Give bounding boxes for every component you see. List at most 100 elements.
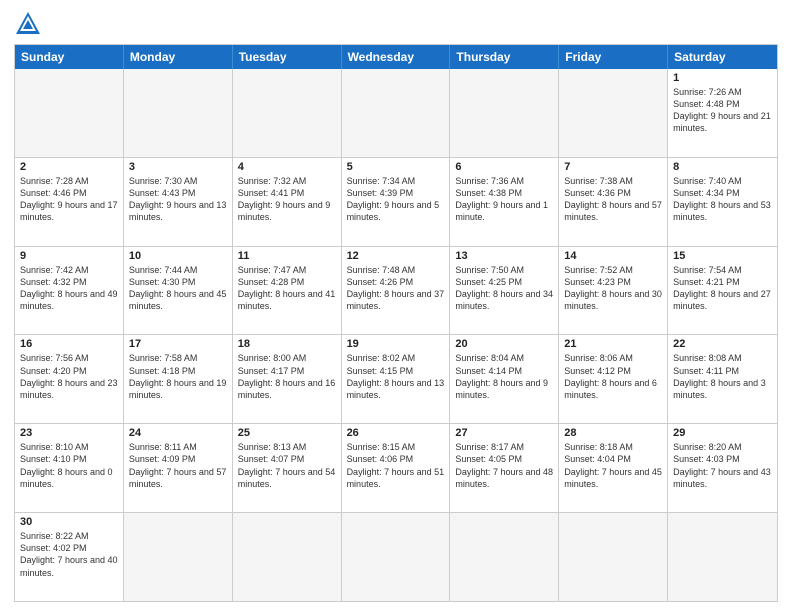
cal-cell-empty — [559, 69, 668, 157]
day-info: Sunrise: 8:10 AM Sunset: 4:10 PM Dayligh… — [20, 441, 118, 490]
col-header-friday: Friday — [559, 45, 668, 69]
day-num: 3 — [129, 161, 227, 173]
day-num: 19 — [347, 338, 445, 350]
day-info: Sunrise: 8:13 AM Sunset: 4:07 PM Dayligh… — [238, 441, 336, 490]
cal-cell-empty — [450, 69, 559, 157]
col-header-wednesday: Wednesday — [342, 45, 451, 69]
cal-cell-14: 14Sunrise: 7:52 AM Sunset: 4:23 PM Dayli… — [559, 247, 668, 335]
cal-cell-24: 24 Sunrise: 8:11 AM Sunset: 4:09 PM Dayli… — [124, 424, 233, 512]
col-header-saturday: Saturday — [668, 45, 777, 69]
day-num: 14 — [564, 250, 662, 262]
col-header-monday: Monday — [124, 45, 233, 69]
day-num: 23 — [20, 427, 118, 439]
day-info: Sunrise: 8:02 AM Sunset: 4:15 PM Dayligh… — [347, 352, 445, 401]
cal-cell-21: 21Sunrise: 8:06 AM Sunset: 4:12 PM Dayli… — [559, 335, 668, 423]
day-num: 12 — [347, 250, 445, 262]
day-num: 10 — [129, 250, 227, 262]
cal-cell-17: 17 Sunrise: 7:58 AM Sunset: 4:18 PM Dayli… — [124, 335, 233, 423]
day-info: Sunrise: 7:26 AM Sunset: 4:48 PM Dayligh… — [673, 86, 772, 135]
cal-cell-1: 1 Sunrise: 7:26 AM Sunset: 4:48 PM Daylig… — [668, 69, 777, 157]
cal-cell-8: 8 Sunrise: 7:40 AM Sunset: 4:34 PM Daylig… — [668, 158, 777, 246]
day-info: Sunrise: 8:11 AM Sunset: 4:09 PM Dayligh… — [129, 441, 227, 490]
day-num: 11 — [238, 250, 336, 262]
day-info: Sunrise: 7:40 AM Sunset: 4:34 PM Dayligh… — [673, 175, 772, 224]
day-num: 24 — [129, 427, 227, 439]
day-num: 7 — [564, 161, 662, 173]
day-num: 27 — [455, 427, 553, 439]
cal-cell-22: 22 Sunrise: 8:08 AM Sunset: 4:11 PM Dayli… — [668, 335, 777, 423]
day-num: 18 — [238, 338, 336, 350]
cal-cell-10: 10 Sunrise: 7:44 AM Sunset: 4:30 PM Dayli… — [124, 247, 233, 335]
cal-cell-2: 2 Sunrise: 7:28 AM Sunset: 4:46 PM Daylig… — [15, 158, 124, 246]
day-num: 17 — [129, 338, 227, 350]
day-info: Sunrise: 8:08 AM Sunset: 4:11 PM Dayligh… — [673, 352, 772, 401]
cal-cell-empty — [15, 69, 124, 157]
cal-row-3: 16 Sunrise: 7:56 AM Sunset: 4:20 PM Dayli… — [15, 335, 777, 424]
cal-cell-18: 18 Sunrise: 8:00 AM Sunset: 4:17 PM Dayli… — [233, 335, 342, 423]
col-header-tuesday: Tuesday — [233, 45, 342, 69]
day-num: 20 — [455, 338, 553, 350]
cal-cell-30: 30 Sunrise: 8:22 AM Sunset: 4:02 PM Dayli… — [15, 513, 124, 601]
day-info: Sunrise: 8:00 AM Sunset: 4:17 PM Dayligh… — [238, 352, 336, 401]
day-info: Sunrise: 7:56 AM Sunset: 4:20 PM Dayligh… — [20, 352, 118, 401]
day-num: 16 — [20, 338, 118, 350]
calendar: SundayMondayTuesdayWednesdayThursdayFrid… — [14, 44, 778, 602]
calendar-header-row: SundayMondayTuesdayWednesdayThursdayFrid… — [15, 45, 777, 69]
cal-cell-6: 6 Sunrise: 7:36 AM Sunset: 4:38 PM Daylig… — [450, 158, 559, 246]
day-info: Sunrise: 8:18 AM Sunset: 4:04 PM Dayligh… — [564, 441, 662, 490]
cal-row-2: 9Sunrise: 7:42 AM Sunset: 4:32 PM Daylig… — [15, 247, 777, 336]
day-info: Sunrise: 7:34 AM Sunset: 4:39 PM Dayligh… — [347, 175, 445, 224]
logo — [14, 10, 46, 38]
day-info: Sunrise: 7:54 AM Sunset: 4:21 PM Dayligh… — [673, 264, 772, 313]
day-num: 21 — [564, 338, 662, 350]
cal-cell-5: 5Sunrise: 7:34 AM Sunset: 4:39 PM Daylig… — [342, 158, 451, 246]
calendar-body: 1 Sunrise: 7:26 AM Sunset: 4:48 PM Daylig… — [15, 69, 777, 601]
cal-row-1: 2 Sunrise: 7:28 AM Sunset: 4:46 PM Daylig… — [15, 158, 777, 247]
cal-row-4: 23 Sunrise: 8:10 AM Sunset: 4:10 PM Dayli… — [15, 424, 777, 513]
day-info: Sunrise: 8:04 AM Sunset: 4:14 PM Dayligh… — [455, 352, 553, 401]
day-info: Sunrise: 7:44 AM Sunset: 4:30 PM Dayligh… — [129, 264, 227, 313]
day-info: Sunrise: 7:28 AM Sunset: 4:46 PM Dayligh… — [20, 175, 118, 224]
cal-cell-28: 28Sunrise: 8:18 AM Sunset: 4:04 PM Dayli… — [559, 424, 668, 512]
day-num: 2 — [20, 161, 118, 173]
day-info: Sunrise: 7:38 AM Sunset: 4:36 PM Dayligh… — [564, 175, 662, 224]
day-info: Sunrise: 7:32 AM Sunset: 4:41 PM Dayligh… — [238, 175, 336, 224]
day-num: 29 — [673, 427, 772, 439]
day-info: Sunrise: 7:42 AM Sunset: 4:32 PM Dayligh… — [20, 264, 118, 313]
cal-cell-empty — [124, 69, 233, 157]
day-info: Sunrise: 7:47 AM Sunset: 4:28 PM Dayligh… — [238, 264, 336, 313]
day-info: Sunrise: 7:58 AM Sunset: 4:18 PM Dayligh… — [129, 352, 227, 401]
day-info: Sunrise: 7:36 AM Sunset: 4:38 PM Dayligh… — [455, 175, 553, 224]
day-info: Sunrise: 8:20 AM Sunset: 4:03 PM Dayligh… — [673, 441, 772, 490]
cal-row-5: 30 Sunrise: 8:22 AM Sunset: 4:02 PM Dayli… — [15, 513, 777, 601]
cal-cell-4: 4Sunrise: 7:32 AM Sunset: 4:41 PM Daylig… — [233, 158, 342, 246]
logo-icon — [14, 10, 42, 38]
cal-cell-empty — [124, 513, 233, 601]
day-num: 8 — [673, 161, 772, 173]
cal-cell-26: 26Sunrise: 8:15 AM Sunset: 4:06 PM Dayli… — [342, 424, 451, 512]
cal-cell-empty — [342, 513, 451, 601]
day-info: Sunrise: 8:17 AM Sunset: 4:05 PM Dayligh… — [455, 441, 553, 490]
cal-cell-12: 12Sunrise: 7:48 AM Sunset: 4:26 PM Dayli… — [342, 247, 451, 335]
day-num: 30 — [20, 516, 118, 528]
cal-cell-23: 23 Sunrise: 8:10 AM Sunset: 4:10 PM Dayli… — [15, 424, 124, 512]
day-info: Sunrise: 7:30 AM Sunset: 4:43 PM Dayligh… — [129, 175, 227, 224]
cal-cell-empty — [233, 513, 342, 601]
page: SundayMondayTuesdayWednesdayThursdayFrid… — [0, 0, 792, 612]
cal-cell-27: 27 Sunrise: 8:17 AM Sunset: 4:05 PM Dayli… — [450, 424, 559, 512]
cal-cell-16: 16 Sunrise: 7:56 AM Sunset: 4:20 PM Dayli… — [15, 335, 124, 423]
day-info: Sunrise: 8:15 AM Sunset: 4:06 PM Dayligh… — [347, 441, 445, 490]
day-num: 25 — [238, 427, 336, 439]
cal-cell-29: 29 Sunrise: 8:20 AM Sunset: 4:03 PM Dayli… — [668, 424, 777, 512]
day-info: Sunrise: 8:22 AM Sunset: 4:02 PM Dayligh… — [20, 530, 118, 579]
day-num: 6 — [455, 161, 553, 173]
day-num: 15 — [673, 250, 772, 262]
day-num: 1 — [673, 72, 772, 84]
col-header-thursday: Thursday — [450, 45, 559, 69]
day-num: 22 — [673, 338, 772, 350]
cal-row-0: 1 Sunrise: 7:26 AM Sunset: 4:48 PM Daylig… — [15, 69, 777, 158]
cal-cell-9: 9Sunrise: 7:42 AM Sunset: 4:32 PM Daylig… — [15, 247, 124, 335]
cal-cell-15: 15 Sunrise: 7:54 AM Sunset: 4:21 PM Dayli… — [668, 247, 777, 335]
cal-cell-25: 25 Sunrise: 8:13 AM Sunset: 4:07 PM Dayli… — [233, 424, 342, 512]
cal-cell-11: 11 Sunrise: 7:47 AM Sunset: 4:28 PM Dayli… — [233, 247, 342, 335]
